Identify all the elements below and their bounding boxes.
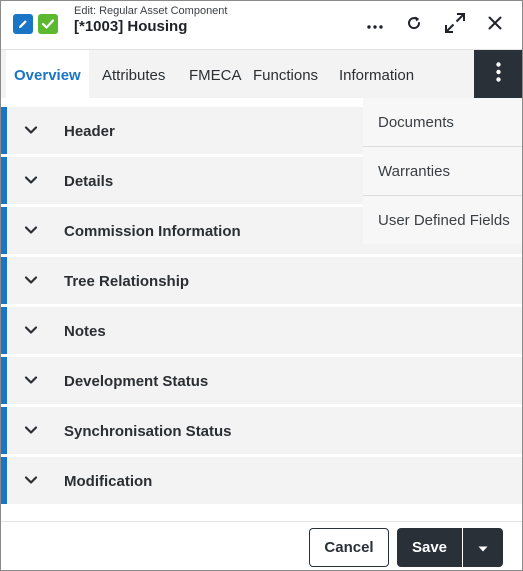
chevron-down-icon [24, 273, 38, 287]
chevron-down-icon [24, 173, 38, 187]
section-label: Header [64, 123, 115, 140]
tab-fmeca[interactable]: FMECA [189, 50, 242, 99]
ellipsis-icon [367, 16, 383, 34]
chevron-down-icon [24, 473, 38, 487]
section-synchronisation-status[interactable]: Synchronisation Status [1, 407, 522, 454]
section-label: Modification [64, 473, 153, 490]
refresh-button[interactable] [400, 11, 428, 39]
expand-icon [444, 12, 466, 39]
section-tree-relationship[interactable]: Tree Relationship [1, 257, 522, 304]
section-label: Commission Information [64, 223, 241, 240]
menu-item-user-defined-fields[interactable]: User Defined Fields [363, 195, 522, 244]
dialog-header: Edit: Regular Asset Component [*1003] Ho… [1, 1, 522, 49]
save-options-button[interactable] [463, 528, 503, 567]
edit-dialog: Edit: Regular Asset Component [*1003] Ho… [0, 0, 523, 571]
tab-bar: Overview Attributes FMECA Functions Info… [1, 49, 522, 99]
chevron-down-icon [24, 373, 38, 387]
tab-overflow-menu: Documents Warranties User Defined Fields [363, 98, 522, 244]
caret-down-icon [478, 539, 488, 557]
section-label: Tree Relationship [64, 273, 190, 290]
pencil-icon[interactable] [13, 14, 33, 34]
tab-overview[interactable]: Overview [6, 50, 89, 99]
check-icon[interactable] [38, 14, 58, 34]
maximize-button[interactable] [441, 11, 469, 39]
close-icon [488, 16, 502, 35]
section-label: Development Status [64, 373, 209, 390]
chevron-down-icon [24, 323, 38, 337]
more-options-button[interactable] [361, 11, 389, 39]
save-button[interactable]: Save [397, 528, 462, 567]
tab-functions[interactable]: Functions [253, 50, 318, 99]
dialog-footer: Cancel Save [1, 521, 522, 570]
section-label: Synchronisation Status [64, 423, 232, 440]
menu-item-warranties[interactable]: Warranties [363, 146, 522, 195]
cancel-button[interactable]: Cancel [309, 528, 389, 567]
chevron-down-icon [24, 423, 38, 437]
chevron-down-icon [24, 223, 38, 237]
dialog-subtitle: Edit: Regular Asset Component [74, 5, 228, 17]
close-button[interactable] [481, 11, 509, 39]
chevron-down-icon [24, 123, 38, 137]
tab-information[interactable]: Information [339, 50, 414, 99]
tab-overflow-button[interactable] [474, 50, 522, 99]
section-label: Details [64, 173, 114, 190]
section-label: Notes [64, 323, 106, 340]
dialog-title: [*1003] Housing [74, 18, 188, 35]
section-notes[interactable]: Notes [1, 307, 522, 354]
refresh-icon [406, 15, 422, 36]
tab-attributes[interactable]: Attributes [102, 50, 165, 99]
vertical-ellipsis-icon [495, 62, 501, 87]
section-modification[interactable]: Modification [1, 457, 522, 504]
section-development-status[interactable]: Development Status [1, 357, 522, 404]
menu-item-documents[interactable]: Documents [363, 98, 522, 147]
